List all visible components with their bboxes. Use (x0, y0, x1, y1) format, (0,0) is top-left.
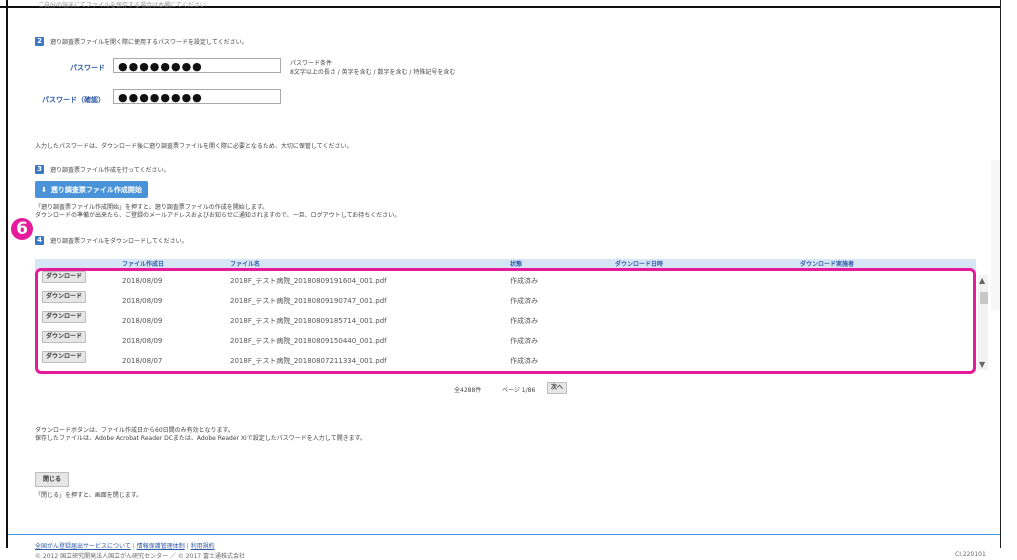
window-left-border (6, 0, 8, 548)
download-note2: 保存したファイルは、Adobe Acrobat Reader DCまたは、Ado… (35, 435, 367, 442)
step4-title: 遡り調査票ファイルをダウンロードしてください。 (50, 238, 188, 245)
scroll-down-icon[interactable]: ▼ (979, 360, 985, 369)
table-scrollbar[interactable] (978, 275, 988, 370)
annotation-highlight (35, 268, 976, 374)
pagination-page: ページ 1/86 (502, 387, 536, 394)
footer-divider (8, 534, 1000, 535)
footer-version: CI.220101 (955, 551, 986, 558)
next-page-button[interactable]: 次へ (547, 382, 568, 394)
download-icon: ⬇ (41, 185, 47, 194)
footer-copyright: © 2012 国立研究開発法人国立がん研究センター ／ © 2017 富士通株式… (35, 553, 245, 560)
table-scrollbar-thumb[interactable] (980, 292, 988, 304)
password-condition-detail: 8文字以上の長さ / 英字を含む / 数字を含む / 特殊記号を含む (290, 69, 456, 76)
create-file-button-label: 遡り調査票ファイル作成開始 (50, 185, 142, 194)
password-note: 入力したパスワードは、ダウンロード後に遡り調査票ファイルを開く際に必要となるため… (35, 143, 353, 150)
password-confirm-label: パスワード（確認） (42, 96, 105, 104)
step3-header: 3 遡り調査票ファイル作成を行ってください。 (35, 165, 170, 174)
footer-link-terms[interactable]: 利用規約 (191, 543, 215, 550)
page-scrollbar-track[interactable] (991, 160, 1000, 310)
footer-link-service[interactable]: 全国がん登録届出サービスについて (35, 543, 131, 550)
window-right-border (1000, 0, 1001, 548)
top-cut-text: ご自分の端末にてファイルを保存する場合は本欄にてください (38, 2, 206, 9)
password-confirm-input[interactable]: ●●●●●●●● (113, 89, 281, 104)
step4-header: 4 遡り調査票ファイルをダウンロードしてください。 (35, 236, 188, 245)
step2-number: 2 (35, 37, 44, 46)
password-input[interactable]: ●●●●●●●● (113, 58, 281, 73)
step4-number: 4 (35, 236, 44, 245)
scroll-up-icon[interactable]: ▲ (979, 276, 985, 285)
pagination-total: 全4288件 (454, 387, 482, 394)
step3-number: 3 (35, 165, 44, 174)
step2-header: 2 遡り調査票ファイルを開く際に使用するパスワードを設定してください。 (35, 37, 248, 46)
step2-title: 遡り調査票ファイルを開く際に使用するパスワードを設定してください。 (50, 39, 248, 46)
footer-link-privacy[interactable]: 情報保護管理体制 (137, 543, 185, 550)
close-note: 「閉じる」を押すと、画面を閉じます。 (35, 492, 143, 499)
footer-links: 全国がん登録届出サービスについて | 情報保護管理体制 | 利用規約 (35, 541, 215, 550)
create-file-button[interactable]: ⬇ 遡り調査票ファイル作成開始 (35, 181, 148, 198)
step3-note2: ダウンロードの準備が出来たら、ご登録のメールアドレスおよびお知らせに通知されます… (35, 212, 401, 219)
password-label: パスワード (70, 64, 105, 72)
step3-title: 遡り調査票ファイル作成を行ってください。 (50, 167, 170, 174)
password-condition-title: パスワード条件 (290, 60, 333, 67)
close-button[interactable]: 閉じる (35, 472, 69, 487)
annotation-marker: 6 (11, 218, 33, 240)
